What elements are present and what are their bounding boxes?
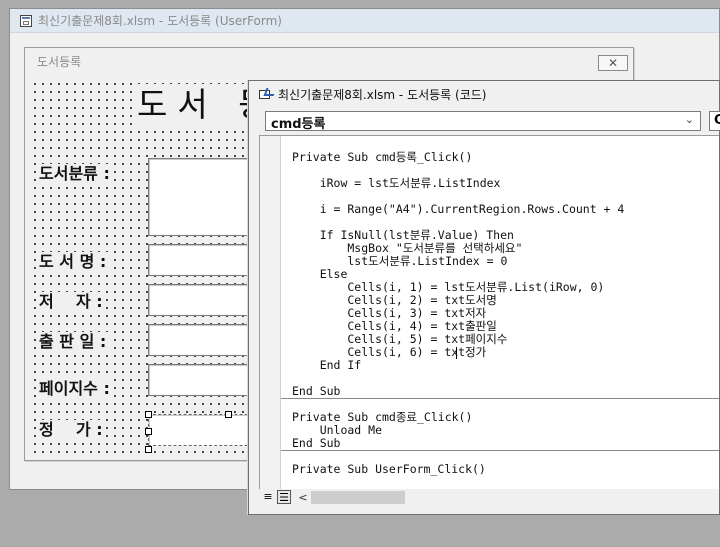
object-combobox[interactable]: cmd등록 ⌄ <box>265 111 701 132</box>
userform-caption: 도서등록 <box>37 54 82 69</box>
code-margin-indicator-bar[interactable] <box>260 136 281 489</box>
userform-window-icon <box>20 14 32 27</box>
code-line[interactable]: Private Sub UserForm_Click() <box>292 463 486 476</box>
resize-handle[interactable] <box>145 446 152 453</box>
full-module-view-icon[interactable]: ☰ <box>277 490 291 504</box>
text-cursor <box>456 347 457 359</box>
procedure-combobox[interactable]: C <box>709 111 720 131</box>
label-publish-date[interactable]: 출 판 일 : <box>39 332 109 352</box>
userform-window-title: 최신기출문제8회.xlsm - 도서등록 (UserForm) <box>38 14 282 28</box>
code-line[interactable]: Private Sub cmd등록_Click() <box>292 151 472 164</box>
procedure-view-icon[interactable]: ≡ <box>261 490 275 504</box>
code-line[interactable]: i = Range("A4").CurrentRegion.Rows.Count… <box>292 203 625 216</box>
procedure-separator <box>281 398 719 399</box>
userform-window-titlebar[interactable]: 최신기출문제8회.xlsm - 도서등록 (UserForm) <box>10 9 719 33</box>
code-line[interactable]: End Sub <box>292 437 340 450</box>
label-price[interactable]: 정 가 : <box>39 420 105 440</box>
resize-handle[interactable] <box>145 411 152 418</box>
label-pages[interactable]: 페이지수 : <box>39 379 112 399</box>
resize-handle[interactable] <box>145 428 152 435</box>
code-window-bottom-bar: ≡ ☰ < <box>259 490 719 506</box>
code-editor[interactable]: Private Sub cmd등록_Click() iRow = lst도서분류… <box>259 135 719 489</box>
code-window-icon <box>259 88 273 100</box>
code-combo-row: cmd등록 ⌄ C <box>265 111 720 132</box>
code-window: 최신기출문제8회.xlsm - 도서등록 (코드) cmd등록 ⌄ C Priv… <box>248 80 720 515</box>
horizontal-scrollbar-thumb[interactable] <box>311 491 405 504</box>
resize-handle[interactable] <box>225 411 232 418</box>
code-window-title: 최신기출문제8회.xlsm - 도서등록 (코드) <box>278 87 487 102</box>
label-category[interactable]: 도서분류 : <box>39 164 112 184</box>
scroll-left-icon[interactable]: < <box>297 490 309 505</box>
close-icon[interactable]: ✕ <box>598 55 628 71</box>
code-line[interactable]: End If <box>292 359 362 372</box>
procedure-separator <box>281 450 719 451</box>
chevron-down-icon[interactable]: ⌄ <box>685 113 694 126</box>
code-window-titlebar[interactable]: 최신기출문제8회.xlsm - 도서등록 (코드) <box>249 81 719 107</box>
code-line[interactable]: End Sub <box>292 385 340 398</box>
object-combobox-value: cmd등록 <box>271 117 326 132</box>
code-line[interactable]: iRow = lst도서분류.ListIndex <box>292 177 501 190</box>
label-book-title[interactable]: 도 서 명 : <box>39 252 109 272</box>
userform-caption-bar: 도서등록 ✕ <box>25 48 633 74</box>
label-author[interactable]: 저 자 : <box>39 292 105 312</box>
